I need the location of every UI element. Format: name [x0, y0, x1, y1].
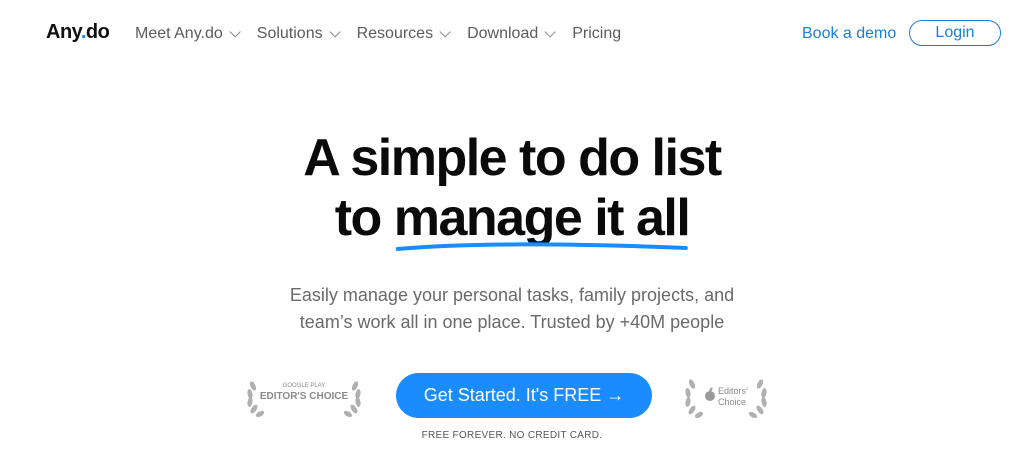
- chevron-down-icon: [229, 26, 241, 38]
- chevron-down-icon: [329, 26, 341, 38]
- menu-label: Meet Any.do: [135, 25, 223, 42]
- badge-apple-line2: Choice: [718, 397, 747, 407]
- hero-subtitle-line2: team’s work all in one place. Trusted by…: [299, 312, 725, 332]
- free-forever-note: FREE FOREVER. NO CREDIT CARD.: [421, 430, 603, 441]
- menu-download[interactable]: Download: [467, 25, 557, 43]
- menu-resources[interactable]: Resources: [356, 25, 451, 43]
- menu-label: Pricing: [572, 25, 622, 42]
- menu-meet-anydo[interactable]: Meet Any.do: [135, 25, 241, 43]
- menu-label: Solutions: [256, 25, 323, 42]
- hero-headline-line1: A simple to do list: [303, 129, 722, 187]
- chevron-down-icon: [439, 26, 451, 38]
- hero-subtitle-line1: Easily manage your personal tasks, famil…: [289, 285, 735, 305]
- apple-icon: [705, 387, 715, 401]
- hero-headline-line2: to manage it all: [0, 188, 1024, 251]
- underline-swoosh: [395, 242, 688, 251]
- google-play-editors-choice-badge: GOOGLE PLAY EDITOR'S CHOICE: [244, 374, 364, 418]
- headline-highlight: manage it all: [393, 188, 691, 251]
- menu-label: Resources: [356, 25, 434, 42]
- get-started-button[interactable]: Get Started. It's FREE →: [396, 373, 652, 418]
- anydo-logo[interactable]: Any.do: [46, 21, 110, 44]
- apple-editors-choice-badge: Editors’ Choice: [682, 372, 770, 420]
- laurel-icon: [685, 379, 767, 419]
- badge-google-top: GOOGLE PLAY: [282, 383, 326, 389]
- top-nav: Any.do Meet Any.do Solutions Resources D…: [0, 0, 1024, 68]
- chevron-down-icon: [544, 26, 557, 38]
- headline-highlight-text: manage it all: [393, 189, 691, 247]
- menu-solutions[interactable]: Solutions: [256, 25, 341, 43]
- badge-google-main: EDITOR'S CHOICE: [259, 391, 349, 402]
- headline-prefix: to: [334, 189, 394, 247]
- book-demo-link[interactable]: Book a demo: [802, 25, 896, 43]
- menu-label: Download: [467, 25, 539, 42]
- main-menu: Meet Any.do Solutions Resources Download…: [135, 25, 641, 43]
- menu-pricing[interactable]: Pricing: [572, 25, 621, 43]
- login-button[interactable]: Login: [909, 20, 1001, 46]
- badge-apple-line1: Editors’: [718, 386, 749, 396]
